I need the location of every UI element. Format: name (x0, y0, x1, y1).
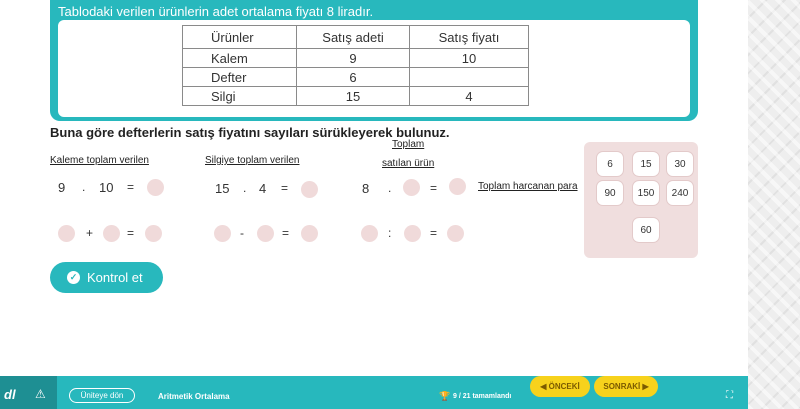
table-cell: Defter (182, 67, 297, 87)
number-tile[interactable]: 150 (632, 180, 660, 206)
check-button-label: Kontrol et (87, 270, 143, 285)
divide-operator: : (388, 226, 392, 240)
table-cell: 4 (409, 86, 529, 106)
table-cell: 10 (409, 48, 529, 68)
drop-slot[interactable] (257, 225, 274, 242)
table-header-row: Ürünler Satış adeti Satış fiyatı (182, 25, 529, 49)
silgi-price: 4 (259, 181, 267, 196)
lesson-title: Aritmetik Ortalama (158, 392, 230, 401)
drop-slot[interactable] (447, 225, 464, 242)
equals-operator: = (127, 180, 135, 194)
question-title: Tablodaki verilen ürünlerin adet ortalam… (58, 4, 374, 19)
drop-slot[interactable] (361, 225, 378, 242)
check-button[interactable]: ✓ Kontrol et (50, 262, 163, 293)
next-button[interactable]: SONRAKİ ▶ (594, 376, 658, 397)
average-price: 8 (362, 181, 370, 196)
decorative-side-pattern (748, 0, 800, 409)
question-panel: Tablodaki verilen ürünlerin adet ortalam… (50, 0, 698, 121)
equals-operator: = (430, 181, 438, 195)
drop-slot[interactable] (404, 225, 421, 242)
check-circle-icon: ✓ (67, 271, 80, 284)
product-table: Ürünler Satış adeti Satış fiyatı Kalem 9… (182, 25, 529, 106)
number-tile[interactable]: 6 (596, 151, 624, 177)
warning-icon[interactable]: ⚠ (35, 387, 46, 401)
drop-slot[interactable] (449, 178, 466, 195)
multiply-operator: . (82, 180, 86, 194)
silgi-quantity: 15 (215, 181, 230, 196)
drop-slot[interactable] (147, 179, 164, 196)
trophy-icon: 🏆 (439, 391, 451, 401)
table-row: Defter 6 (182, 67, 529, 87)
table-cell: Silgi (182, 86, 297, 106)
number-tile[interactable]: 15 (632, 151, 660, 177)
table-cell: 6 (296, 67, 410, 87)
table-container: Ürünler Satış adeti Satış fiyatı Kalem 9… (58, 20, 690, 117)
previous-button[interactable]: ◀ ÖNCEKİ (530, 376, 590, 397)
drop-slot[interactable] (103, 225, 120, 242)
number-tile[interactable]: 60 (632, 217, 660, 243)
number-tile[interactable]: 240 (666, 180, 694, 206)
drop-slot[interactable] (214, 225, 231, 242)
toplam-label-line2: satılan ürün (382, 158, 435, 169)
kalem-group-label: Kaleme toplam verilen (50, 155, 149, 166)
number-tile[interactable]: 30 (666, 151, 694, 177)
number-tile[interactable]: 90 (596, 180, 624, 206)
kalem-quantity: 9 (58, 180, 66, 195)
bottom-bar-left-section: dl ⚠ (0, 376, 57, 409)
multiply-operator: . (388, 181, 392, 195)
multiply-operator: . (243, 181, 247, 195)
fullscreen-icon[interactable]: ⛶ (726, 390, 733, 401)
table-header-cell: Ürünler (182, 25, 297, 49)
instruction-text: Buna göre defterlerin satış fiyatını say… (50, 125, 450, 140)
table-cell: 9 (296, 48, 410, 68)
table-cell: Kalem (182, 48, 297, 68)
table-header-cell: Satış adeti (296, 25, 410, 49)
number-tile-panel: 6 15 30 90 150 240 60 (584, 142, 698, 258)
kalem-price: 10 (99, 180, 114, 195)
table-row: Silgi 15 4 (182, 86, 529, 106)
equals-operator: = (281, 181, 289, 195)
table-row: Kalem 9 10 (182, 48, 529, 68)
drop-slot[interactable] (58, 225, 75, 242)
drop-slot[interactable] (301, 225, 318, 242)
minus-operator: - (240, 226, 244, 240)
table-cell: 15 (296, 86, 410, 106)
logo-icon: dl (4, 387, 16, 402)
table-header-cell: Satış fiyatı (409, 25, 529, 49)
drop-slot[interactable] (403, 179, 420, 196)
bottom-navigation-bar: dl ⚠ Üniteye dön Aritmetik Ortalama 🏆 9 … (0, 376, 748, 409)
back-to-unit-button[interactable]: Üniteye dön (69, 388, 135, 403)
equals-operator: = (430, 226, 438, 240)
progress-text: 9 / 21 tamamlandı (453, 393, 512, 400)
silgi-group-label: Silgiye toplam verilen (205, 155, 300, 166)
toplam-label-line1: Toplam (392, 139, 425, 150)
total-spent-label: Toplam harcanan para (478, 181, 578, 192)
plus-operator: + (86, 226, 94, 240)
drop-slot[interactable] (145, 225, 162, 242)
equals-operator: = (282, 226, 290, 240)
table-cell (409, 67, 529, 87)
equals-operator: = (127, 226, 135, 240)
lesson-stage: Tablodaki verilen ürünlerin adet ortalam… (0, 0, 748, 409)
drop-slot[interactable] (301, 181, 318, 198)
